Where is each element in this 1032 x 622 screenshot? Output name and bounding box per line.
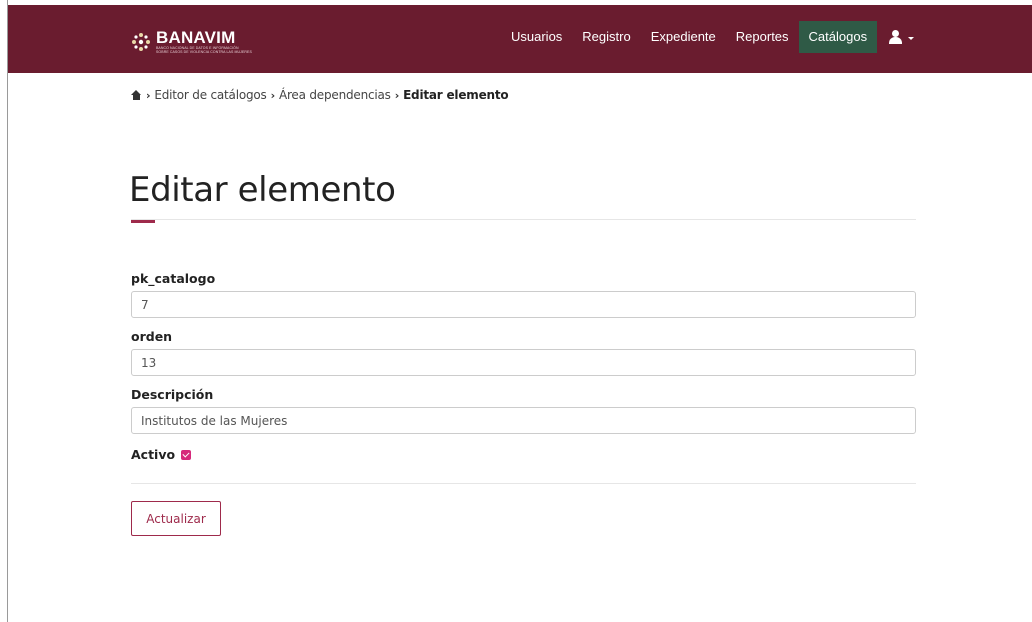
form-divider	[131, 483, 916, 484]
brand-title: BANAVIM	[156, 28, 236, 47]
activo-label: Activo	[131, 447, 176, 462]
brand-subtitle-2: SOBRE CASOS DE VIOLENCIA CONTRA LAS MUJE…	[156, 50, 252, 54]
nav-item-usuarios[interactable]: Usuarios	[501, 21, 572, 53]
breadcrumb-area-dependencias[interactable]: Área dependencias	[279, 88, 391, 102]
actualizar-button[interactable]: Actualizar	[131, 501, 221, 536]
user-menu-toggle[interactable]	[877, 21, 922, 53]
brand-logo[interactable]: BANAVIM BANCO NACIONAL DE DATOS E INFORM…	[130, 28, 252, 56]
user-icon	[889, 30, 903, 44]
breadcrumb-editor-catalogos[interactable]: Editor de catálogos	[154, 88, 266, 102]
main-nav: Usuarios Registro Expediente Reportes Ca…	[501, 21, 922, 53]
page-title: Editar elemento	[129, 170, 396, 210]
nav-item-catalogos[interactable]: Catálogos	[798, 21, 878, 53]
nav-item-reportes[interactable]: Reportes	[726, 21, 799, 53]
descripcion-input[interactable]	[131, 407, 916, 434]
caret-down-icon	[908, 36, 915, 40]
activo-row: Activo	[131, 447, 192, 462]
top-navbar: BANAVIM BANCO NACIONAL DE DATOS E INFORM…	[8, 5, 1032, 73]
home-icon[interactable]	[131, 90, 142, 100]
orden-input[interactable]	[131, 349, 916, 376]
breadcrumb-separator: ›	[394, 88, 400, 102]
pk-catalogo-label: pk_catalogo	[131, 271, 216, 286]
orden-label: orden	[131, 329, 173, 344]
title-divider	[131, 219, 916, 220]
pk-catalogo-input[interactable]	[131, 291, 916, 318]
breadcrumb-separator: ›	[146, 88, 151, 102]
breadcrumb-current: Editar elemento	[403, 88, 509, 102]
descripcion-label: Descripción	[131, 387, 214, 402]
window-edge	[0, 0, 8, 622]
title-accent-bar	[131, 220, 155, 223]
breadcrumb: › Editor de catálogos › Área dependencia…	[131, 88, 509, 102]
nav-item-expediente[interactable]: Expediente	[641, 21, 726, 53]
nav-item-registro[interactable]: Registro	[572, 21, 640, 53]
brand-emblem-icon	[130, 31, 152, 53]
activo-checkbox[interactable]	[181, 449, 192, 460]
breadcrumb-separator: ›	[270, 88, 276, 102]
check-icon	[182, 449, 190, 458]
